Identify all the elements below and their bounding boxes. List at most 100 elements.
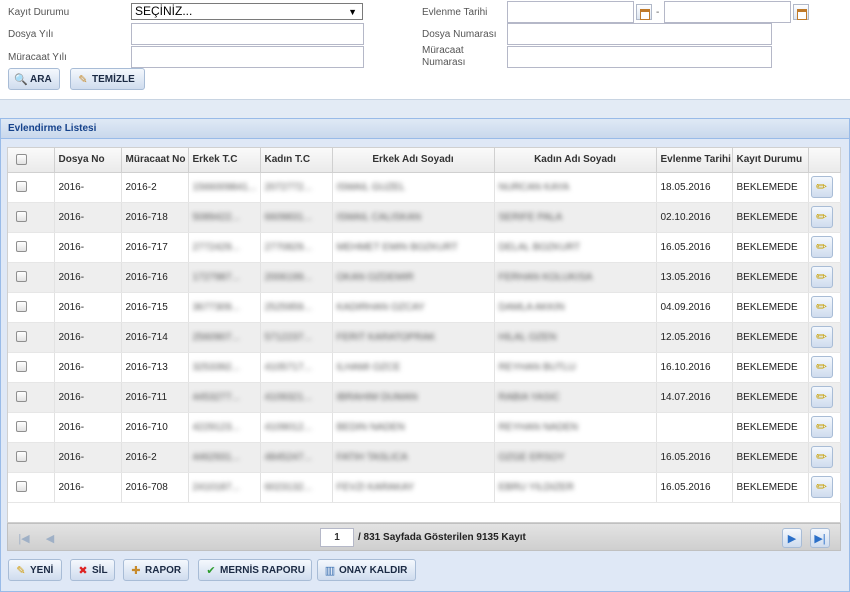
mernis-raporu-button[interactable]: ✔ MERNİS RAPORU <box>198 559 312 581</box>
cell-dosya-no-text: 2016- <box>58 241 85 253</box>
cell-kadin-adi-text: REYHAN BUTLU <box>498 361 576 373</box>
cell-evlenme-tarihi-text: 13.05.2016 <box>660 271 711 283</box>
select-all-checkbox[interactable] <box>16 154 27 166</box>
cell-kadin-adi: NURCAN KAYA <box>494 172 657 203</box>
edit-pencil-icon[interactable]: ✏ <box>810 356 833 378</box>
row-checkbox[interactable] <box>16 361 27 373</box>
dosya-yili-input[interactable] <box>131 23 364 45</box>
edit-pencil-icon[interactable]: ✏ <box>810 176 833 198</box>
muracaat-yili-input[interactable] <box>131 46 364 68</box>
muracaat-numarasi-input[interactable] <box>507 46 772 68</box>
cell-kadin-tc: 2006199... <box>260 262 333 293</box>
evlenme-tarihi-end-input[interactable] <box>664 1 791 23</box>
table-row[interactable]: 2016- 2016-717 2772429... 2770829... MEHMET … <box>8 232 841 263</box>
dosya-numarasi-input[interactable] <box>507 23 772 45</box>
prev-page-icon[interactable]: ◀ <box>40 528 60 548</box>
table-row[interactable]: 2016- 2016-711 4453277... 4109321... IBRAHIM… <box>8 382 841 413</box>
cell-kadin-tc: 6023132... <box>260 472 333 503</box>
table-row[interactable]: 2016- 2016-710 4229123... 4109012... BEDIN N… <box>8 412 841 443</box>
last-page-icon[interactable]: ▶| <box>810 528 830 548</box>
col-kadin-adi[interactable]: Kadın Adı Soyadı <box>494 148 657 173</box>
col-evlenme-tarihi[interactable]: Evlenme Tarihi <box>656 148 733 173</box>
cell-erkek-tc: 2410187... <box>188 472 261 503</box>
cell-erkek-tc: 4462931... <box>188 442 261 473</box>
next-page-icon[interactable]: ▶ <box>782 528 802 548</box>
col-erkek-adi[interactable]: Erkek Adı Soyadı <box>332 148 495 173</box>
table-row[interactable]: 2016- 2016-713 3253392... 4105717... ILHAMI … <box>8 352 841 383</box>
rapor-button[interactable]: ✚ RAPOR <box>123 559 189 581</box>
row-checkbox[interactable] <box>16 421 27 433</box>
cell-muracaat-no-text: 2016-708 <box>125 481 168 493</box>
cell-muracaat-no-text: 2016-716 <box>125 271 168 283</box>
sil-button[interactable]: ✖ SİL <box>70 559 115 581</box>
yeni-button[interactable]: ✎ YENİ <box>8 559 62 581</box>
cell-kayit-durumu: BEKLEMEDE <box>732 202 809 233</box>
cell-erkek-adi-text: OKAN OZDEMIR <box>336 271 414 283</box>
cell-evlenme-tarihi <box>656 412 733 443</box>
edit-pencil-icon[interactable]: ✏ <box>810 476 833 498</box>
cell-kadin-adi-text: DELAL BOZKURT <box>498 241 581 253</box>
ara-button[interactable]: 🔍 ARA <box>8 68 60 90</box>
cell-kayit-durumu-text: BEKLEMEDE <box>736 241 798 253</box>
row-checkbox[interactable] <box>16 181 27 193</box>
col-dosya-no[interactable]: Dosya No <box>54 148 122 173</box>
cell-erkek-adi: MEHMET EMIN BOZKURT <box>332 232 495 263</box>
edit-pencil-icon[interactable]: ✏ <box>810 326 833 348</box>
table-row[interactable]: 2016- 2016-2 1566009841... 2072772... ISMAIL… <box>8 172 841 203</box>
cell-dosya-no: 2016- <box>54 202 122 233</box>
page-input[interactable]: 1 <box>320 528 354 547</box>
row-checkbox[interactable] <box>16 241 27 253</box>
onay-kaldir-button[interactable]: ▥ ONAY KALDIR <box>317 559 416 581</box>
cell-kadin-adi-text: NURCAN KAYA <box>498 181 570 193</box>
first-page-icon[interactable]: |◀ <box>14 528 34 548</box>
cell-evlenme-tarihi: 16.05.2016 <box>656 472 733 503</box>
col-erkek-tc[interactable]: Erkek T.C <box>188 148 261 173</box>
kayit-durumu-select[interactable]: SEÇİNİZ... ▼ <box>131 3 363 20</box>
col-kayit-durumu[interactable]: Kayıt Durumu <box>732 148 809 173</box>
edit-pencil-icon[interactable]: ✏ <box>810 296 833 318</box>
cell-kayit-durumu: BEKLEMEDE <box>732 412 809 443</box>
row-checkbox[interactable] <box>16 451 27 463</box>
table-row[interactable]: 2016- 2016-714 2560907... 5712237... FERIT K… <box>8 322 841 353</box>
calendar-icon[interactable] <box>793 4 809 20</box>
cell-evlenme-tarihi: 02.10.2016 <box>656 202 733 233</box>
select-all-header[interactable] <box>8 148 55 173</box>
table-row[interactable]: 2016- 2016-718 5089422... 6609831... ISMAIL … <box>8 202 841 233</box>
edit-pencil-icon[interactable]: ✏ <box>810 266 833 288</box>
row-checkbox[interactable] <box>16 481 27 493</box>
cell-muracaat-no: 2016-711 <box>121 382 189 413</box>
row-checkbox[interactable] <box>16 211 27 223</box>
cell-kadin-adi-text: REYHAN NADEN <box>498 421 578 433</box>
cell-kayit-durumu-text: BEKLEMEDE <box>736 391 798 403</box>
cell-dosya-no-text: 2016- <box>58 331 85 343</box>
cell-muracaat-no-text: 2016-717 <box>125 241 168 253</box>
calendar-icon[interactable] <box>636 4 652 20</box>
row-checkbox[interactable] <box>16 301 27 313</box>
col-kadin-tc[interactable]: Kadın T.C <box>260 148 333 173</box>
edit-pencil-icon[interactable]: ✏ <box>810 386 833 408</box>
cell-erkek-adi-text: MEHMET EMIN BOZKURT <box>336 241 458 253</box>
temizle-label: TEMİZLE <box>92 73 135 85</box>
cell-evlenme-tarihi: 14.07.2016 <box>656 382 733 413</box>
cell-erkek-adi: FATIH TASLICA <box>332 442 495 473</box>
table-row[interactable]: 2016- 2016-708 2410187... 6023132... FEVZI K… <box>8 472 841 503</box>
cell-muracaat-no-text: 2016-2 <box>125 181 157 193</box>
row-checkbox[interactable] <box>16 271 27 283</box>
temizle-button[interactable]: ✎ TEMİZLE <box>70 68 145 90</box>
edit-pencil-icon[interactable]: ✏ <box>810 206 833 228</box>
table-row[interactable]: 2016- 2016-716 1727987... 2006199... OKAN OZ… <box>8 262 841 293</box>
edit-pencil-icon[interactable]: ✏ <box>810 236 833 258</box>
cell-kadin-tc-text: 4845247... <box>264 451 312 463</box>
evlenme-tarihi-start-input[interactable] <box>507 1 634 23</box>
edit-pencil-icon[interactable]: ✏ <box>810 416 833 438</box>
table-row[interactable]: 2016- 2016-715 3677309... 2525959... KADIRHA… <box>8 292 841 323</box>
edit-pencil-icon[interactable]: ✏ <box>810 446 833 468</box>
row-checkbox[interactable] <box>16 391 27 403</box>
muracaat-yili-label: Müracaat Yılı <box>8 52 67 63</box>
col-muracaat-no[interactable]: Müracaat No <box>121 148 189 173</box>
row-checkbox-cell <box>8 382 55 413</box>
row-checkbox[interactable] <box>16 331 27 343</box>
row-checkbox-cell <box>8 412 55 443</box>
table-header-row: Dosya No Müracaat No Erkek T.C Kadın T.C… <box>8 148 841 173</box>
table-row[interactable]: 2016- 2016-2 4462931... 4845247... FATIH TAS… <box>8 442 841 473</box>
